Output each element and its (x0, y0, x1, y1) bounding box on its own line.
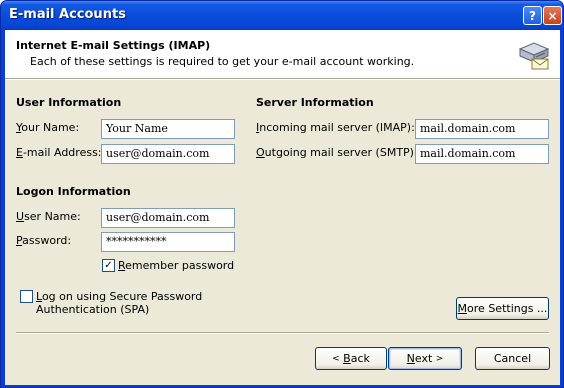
header-subtitle: Each of these settings is required to ge… (30, 55, 415, 68)
back-button[interactable]: < Back (315, 347, 387, 370)
email-accounts-window: E-mail Accounts ? × Internet E-mail Sett… (0, 0, 564, 388)
title-bar[interactable]: E-mail Accounts ? × (1, 1, 563, 30)
remember-password-checkbox[interactable]: ✓ (102, 259, 115, 272)
your-name-label: Your Name: (16, 121, 80, 134)
mail-server-icon (518, 42, 550, 70)
header-title: Internet E-mail Settings (IMAP) (16, 39, 211, 52)
user-info-heading: User Information (16, 96, 122, 109)
outgoing-server-input[interactable]: mail.domain.com (415, 144, 549, 164)
spa-checkbox[interactable] (20, 290, 33, 303)
password-label: Password: (16, 234, 72, 247)
window-title: E-mail Accounts (9, 7, 126, 22)
chevron-left-icon: < (332, 353, 340, 364)
dialog-body: Internet E-mail Settings (IMAP) Each of … (5, 30, 560, 385)
next-button[interactable]: Next > (388, 347, 462, 370)
incoming-server-label: Incoming mail server (IMAP): (256, 121, 415, 134)
cancel-button[interactable]: Cancel (475, 347, 550, 370)
user-name-label: User Name: (16, 210, 81, 223)
help-button[interactable]: ? (523, 6, 542, 25)
close-icon: × (547, 8, 558, 23)
close-button[interactable]: × (543, 6, 562, 25)
email-address-label: E-mail Address: (16, 146, 102, 159)
your-name-input[interactable]: Your Name (101, 119, 235, 139)
outgoing-server-label: Outgoing mail server (SMTP): (256, 146, 418, 159)
logon-info-heading: Logon Information (16, 185, 131, 198)
chevron-right-icon: > (435, 353, 444, 364)
header-divider (5, 78, 560, 80)
spa-label-line1[interactable]: Log on using Secure Password (36, 290, 202, 303)
email-address-input[interactable]: user@domain.com (101, 144, 235, 164)
dialog-header: Internet E-mail Settings (IMAP) Each of … (5, 30, 560, 78)
incoming-server-input[interactable]: mail.domain.com (415, 119, 549, 139)
footer-divider (16, 332, 549, 334)
password-input[interactable]: *********** (101, 232, 235, 252)
remember-password-label[interactable]: Remember password (118, 259, 234, 272)
spa-label-line2[interactable]: Authentication (SPA) (36, 303, 149, 316)
server-info-heading: Server Information (256, 96, 374, 109)
more-settings-button[interactable]: More Settings ... (456, 297, 549, 320)
checkmark-icon: ✓ (104, 259, 113, 271)
help-icon: ? (529, 8, 536, 23)
user-name-input[interactable]: user@domain.com (101, 208, 235, 228)
